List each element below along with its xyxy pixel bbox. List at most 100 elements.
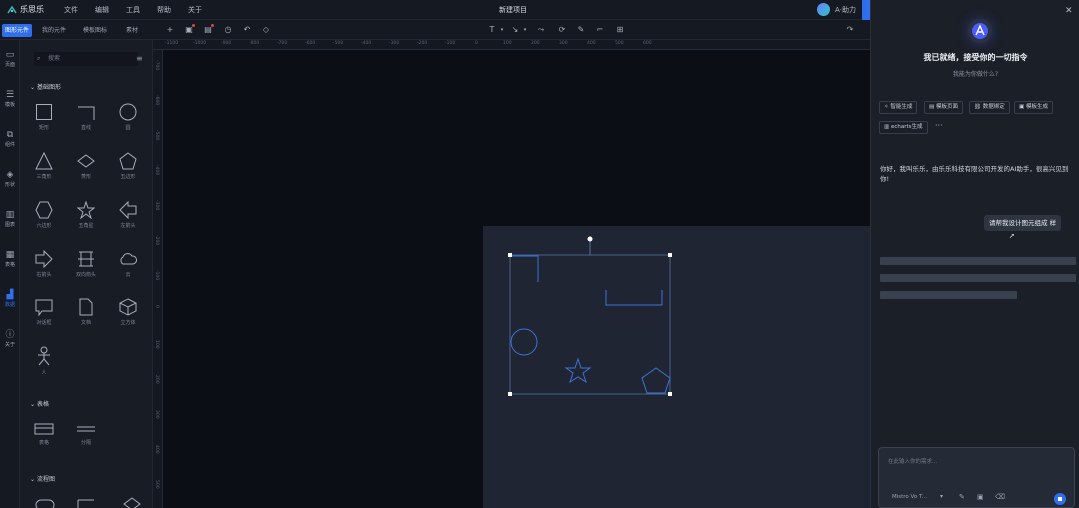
menu-about[interactable]: 关于 <box>188 5 202 15</box>
tab-templates[interactable]: 模板图标 <box>80 24 110 37</box>
chip-template-generate[interactable]: ▣ 模板生成 <box>1014 101 1053 114</box>
assistant-logo <box>968 19 992 43</box>
connector-icon[interactable]: ⤳ <box>536 25 546 35</box>
panel-toggle-button[interactable] <box>862 0 870 20</box>
rail-item-shapes[interactable]: ◈ 形状 <box>0 170 20 188</box>
rail-item-components[interactable]: ⧉ 组件 <box>0 130 20 148</box>
ruler-tick: -500 <box>154 130 159 141</box>
rail-item-pages[interactable]: ▭ 页面 <box>0 50 20 68</box>
ruler-tick: -600 <box>154 95 159 106</box>
rail-item-charts[interactable]: ▥ 图表 <box>0 210 20 228</box>
composer-input[interactable]: 在此输入你的需求... <box>888 457 937 465</box>
shape-document[interactable]: 文档 <box>71 298 101 326</box>
canvas-pentagon-shape[interactable] <box>641 367 671 394</box>
chip-template-page[interactable]: ▤ 模板页面 <box>924 101 963 114</box>
history-icon[interactable]: ◷ <box>223 25 233 35</box>
shape-table[interactable]: 表格 <box>29 422 59 446</box>
rail-item-tables[interactable]: ▦ 表格 <box>0 250 20 268</box>
menu-icon[interactable]: ≡ <box>136 54 143 63</box>
shape-rectangle[interactable]: 矩形 <box>29 103 59 131</box>
canvas-star-shape[interactable] <box>564 357 592 384</box>
shape-cube[interactable]: 立方体 <box>113 298 143 326</box>
chat-composer: 在此输入你的需求... Mistro Vo T... ▾ ✎ ▣ ⌫ <box>878 447 1075 508</box>
ruler-tick: -500 <box>333 41 344 46</box>
rail-item-about[interactable]: ⓘ 关于 <box>0 330 20 348</box>
section-tables[interactable]: ⌄ 表格 <box>30 399 49 408</box>
canvas-bracket-shape[interactable] <box>605 290 663 306</box>
undo-icon[interactable]: ↶ <box>242 25 252 35</box>
chip-data-binding[interactable]: ⛓ 数据绑定 <box>969 101 1010 114</box>
shape-double-arrow[interactable]: 双向箭头 <box>71 250 101 278</box>
rail-item-templates[interactable]: ☰ 模板 <box>0 90 20 108</box>
canvas-circle-shape[interactable] <box>510 328 538 356</box>
chip-smart-generate[interactable]: ✧ 智能生成 <box>879 101 918 114</box>
redo-icon[interactable]: ↷ <box>845 25 855 35</box>
menu-edit[interactable]: 编辑 <box>95 5 109 15</box>
crop-icon[interactable]: ⌐ <box>595 25 605 35</box>
clear-icon[interactable]: ⌫ <box>995 493 1005 501</box>
shape-cloud[interactable]: 云 <box>113 250 143 278</box>
image-icon[interactable]: ▣ <box>977 493 984 501</box>
ruler-tick: -400 <box>154 165 159 176</box>
send-button[interactable] <box>1054 493 1066 505</box>
shape-star[interactable]: 五角星 <box>71 201 101 229</box>
rotate-handle[interactable] <box>587 236 593 242</box>
line-tool-icon[interactable]: ↘ <box>510 25 520 35</box>
shape-person[interactable]: 人 <box>29 346 59 376</box>
model-select[interactable]: Mistro Vo T... <box>892 494 927 500</box>
left-arrow-icon <box>119 201 137 219</box>
chevron-down-icon[interactable]: ▾ <box>940 493 943 500</box>
menu-tools[interactable]: 工具 <box>126 5 140 15</box>
more-options-button[interactable]: ··· <box>935 121 943 130</box>
shape-line[interactable]: 直线 <box>71 103 101 131</box>
selection-group[interactable] <box>500 232 685 404</box>
resize-handle[interactable] <box>508 253 512 257</box>
magic-icon[interactable]: ✎ <box>576 25 586 35</box>
menu-help[interactable]: 帮助 <box>157 5 171 15</box>
resize-handle[interactable] <box>668 392 672 396</box>
tab-shapes[interactable]: 图形元件 <box>2 24 33 37</box>
resize-handle[interactable] <box>668 253 672 257</box>
section-flowchart[interactable]: ⌄ 流程图 <box>30 474 55 483</box>
tab-assets[interactable]: 素材 <box>123 24 141 37</box>
close-icon[interactable]: ✕ <box>1065 6 1073 16</box>
ruler-tick: 200 <box>531 41 540 46</box>
paint-icon[interactable]: ◇ <box>261 25 271 35</box>
person-icon <box>38 346 50 366</box>
shape-circle[interactable]: 圆 <box>113 103 143 131</box>
cloud-icon <box>120 253 137 265</box>
ruler-tick: 0 <box>475 41 478 46</box>
text-tool-icon[interactable]: T <box>487 25 497 35</box>
section-basic-shapes[interactable]: ⌄ 基础图形 <box>30 82 61 91</box>
ruler-tick: -100 <box>445 41 456 46</box>
shape-diamond[interactable]: 菱形 <box>71 152 101 180</box>
ruler-tick: -800 <box>249 41 260 46</box>
add-icon[interactable]: + <box>165 25 175 35</box>
resize-handle[interactable] <box>508 392 512 396</box>
chip-echarts-generate[interactable]: ▥ echarts生成 <box>879 121 928 134</box>
search-input[interactable]: ⌕ 搜索 <box>34 52 138 66</box>
ruler-tick: -600 <box>305 41 316 46</box>
shape-callout[interactable]: 对话框 <box>29 298 59 326</box>
chevron-down-icon[interactable]: ▾ <box>497 25 507 35</box>
menu-file[interactable]: 文件 <box>64 5 78 15</box>
avatar[interactable] <box>817 3 830 16</box>
ruler-top: -1100 -1000 -900 -800 -700 -600 -500 -40… <box>153 40 870 50</box>
shape-triangle[interactable]: 三角形 <box>29 152 59 180</box>
shape-pentagon[interactable]: 五边形 <box>113 152 143 180</box>
shape-divider[interactable]: 分隔 <box>71 422 101 446</box>
table-icon[interactable]: ⊞ <box>615 25 625 35</box>
rotate-icon[interactable]: ⟳ <box>557 25 567 35</box>
ruler-left: -700 -600 -500 -400 -300 -200 -100 0 100… <box>153 50 163 508</box>
user-name[interactable]: A·助力 <box>835 5 856 15</box>
tab-my-components[interactable]: 我的元件 <box>39 24 69 37</box>
app-logo[interactable]: 乐思乐 <box>7 4 44 15</box>
canvas-line-shape[interactable] <box>512 255 539 282</box>
shape-right-arrow[interactable]: 右箭头 <box>29 250 59 278</box>
rail-item-data[interactable]: ▟ 数据 <box>0 290 20 308</box>
ruler-tick: 100 <box>503 41 512 46</box>
shape-left-arrow[interactable]: 左箭头 <box>113 201 143 229</box>
chevron-down-icon[interactable]: ▾ <box>520 25 530 35</box>
edit-icon[interactable]: ✎ <box>959 493 965 501</box>
shape-hexagon[interactable]: 六边形 <box>29 201 59 229</box>
